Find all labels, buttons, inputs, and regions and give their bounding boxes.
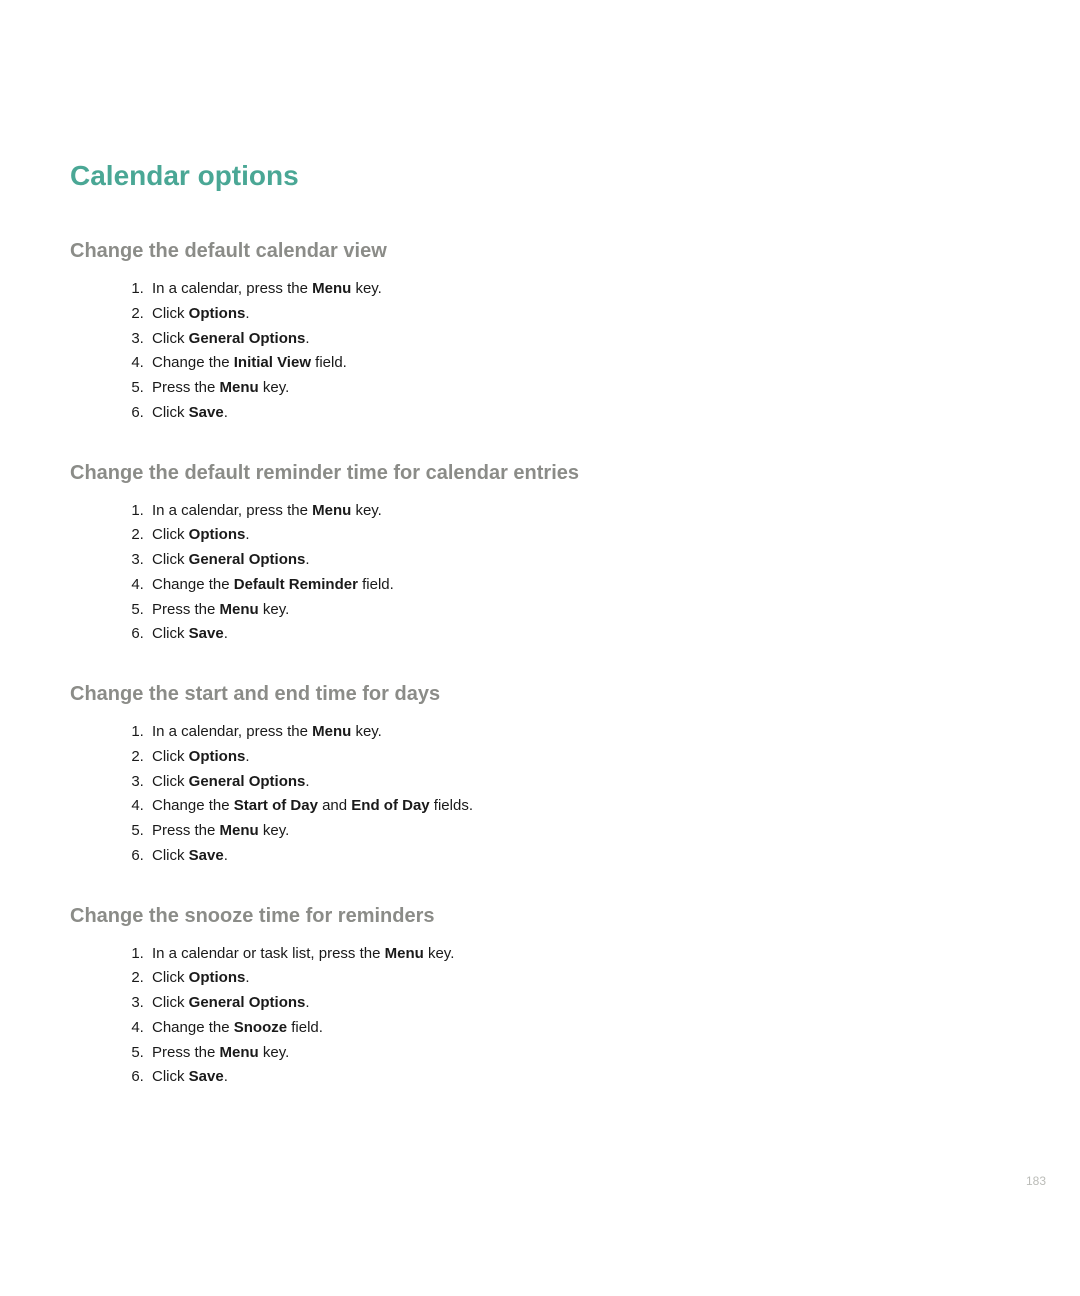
step-item: Click Options. (148, 523, 1010, 548)
section: Change the start and end time for days In… (70, 683, 1010, 869)
bold-text: Options (189, 969, 246, 986)
step-item: Change the Start of Day and End of Day f… (148, 794, 1010, 819)
bold-text: Menu (220, 1044, 259, 1061)
bold-text: General Options (189, 773, 306, 790)
document-page: Calendar options Change the default cale… (0, 0, 1080, 1186)
bold-text: Menu (385, 945, 424, 962)
section: Change the default calendar view In a cal… (70, 240, 1010, 426)
bold-text: Save (189, 404, 224, 421)
bold-text: Default Reminder (234, 576, 358, 593)
step-item: Click Options. (148, 966, 1010, 991)
step-item: In a calendar, press the Menu key. (148, 277, 1010, 302)
step-item: Click Save. (148, 622, 1010, 647)
bold-text: Menu (220, 822, 259, 839)
bold-text: Options (189, 748, 246, 765)
bold-text: Menu (220, 601, 259, 618)
step-item: Press the Menu key. (148, 1041, 1010, 1066)
step-list: In a calendar, press the Menu key.Click … (70, 499, 1010, 648)
step-item: Click Options. (148, 745, 1010, 770)
page-number: 183 (1026, 1174, 1046, 1188)
bold-text: Menu (312, 723, 351, 740)
bold-text: Save (189, 1068, 224, 1085)
bold-text: Options (189, 526, 246, 543)
bold-text: Menu (312, 280, 351, 297)
step-item: Click General Options. (148, 327, 1010, 352)
section-heading: Change the snooze time for reminders (70, 905, 1010, 928)
section-heading: Change the default reminder time for cal… (70, 462, 1010, 485)
bold-text: Save (189, 847, 224, 864)
step-list: In a calendar, press the Menu key.Click … (70, 277, 1010, 426)
bold-text: General Options (189, 994, 306, 1011)
section-heading: Change the start and end time for days (70, 683, 1010, 706)
step-item: In a calendar or task list, press the Me… (148, 942, 1010, 967)
bold-text: Menu (312, 502, 351, 519)
step-item: Click Save. (148, 1065, 1010, 1090)
bold-text: General Options (189, 551, 306, 568)
step-item: Click Options. (148, 302, 1010, 327)
step-item: Click Save. (148, 844, 1010, 869)
step-item: Change the Default Reminder field. (148, 573, 1010, 598)
step-item: In a calendar, press the Menu key. (148, 720, 1010, 745)
page-title: Calendar options (70, 160, 1010, 192)
bold-text: Initial View (234, 354, 311, 371)
step-list: In a calendar or task list, press the Me… (70, 942, 1010, 1091)
step-item: Click General Options. (148, 770, 1010, 795)
bold-text: Options (189, 305, 246, 322)
bold-text: End of Day (351, 797, 429, 814)
step-item: Click General Options. (148, 991, 1010, 1016)
bold-text: Snooze (234, 1019, 287, 1036)
step-item: Press the Menu key. (148, 376, 1010, 401)
step-item: Change the Initial View field. (148, 351, 1010, 376)
bold-text: Menu (220, 379, 259, 396)
step-item: Press the Menu key. (148, 598, 1010, 623)
section: Change the snooze time for reminders In a… (70, 905, 1010, 1091)
bold-text: General Options (189, 330, 306, 347)
step-item: In a calendar, press the Menu key. (148, 499, 1010, 524)
step-item: Click General Options. (148, 548, 1010, 573)
section: Change the default reminder time for cal… (70, 462, 1010, 648)
section-heading: Change the default calendar view (70, 240, 1010, 263)
bold-text: Start of Day (234, 797, 318, 814)
step-item: Change the Snooze field. (148, 1016, 1010, 1041)
bold-text: Save (189, 625, 224, 642)
step-list: In a calendar, press the Menu key.Click … (70, 720, 1010, 869)
step-item: Press the Menu key. (148, 819, 1010, 844)
step-item: Click Save. (148, 401, 1010, 426)
